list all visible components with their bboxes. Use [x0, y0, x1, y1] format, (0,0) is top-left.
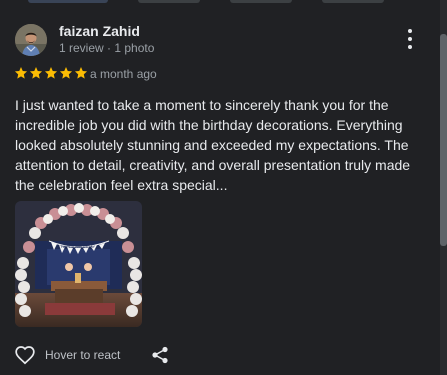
share-icon[interactable] — [151, 346, 169, 364]
avatar[interactable] — [15, 24, 47, 56]
star-icon — [14, 67, 28, 79]
more-vert-icon — [408, 29, 412, 33]
like-button-label: Hover to react — [45, 348, 121, 362]
review-text: I just wanted to take a moment to sincer… — [15, 97, 411, 193]
scrollbar-thumb[interactable] — [440, 34, 447, 246]
more-vert-icon — [408, 45, 412, 49]
more-options-button[interactable] — [398, 29, 422, 49]
review-card: faizan Zahid 1 review · 1 photo a month … — [0, 0, 440, 375]
star-icon — [74, 67, 88, 79]
star-rating — [14, 66, 88, 82]
author-meta: 1 review · 1 photo — [59, 41, 155, 55]
review-actions: Hover to react — [14, 344, 120, 366]
star-icon — [29, 67, 43, 79]
review-time: a month ago — [90, 67, 157, 81]
author-name[interactable]: faizan Zahid — [59, 23, 140, 39]
star-icon — [59, 67, 73, 79]
photo-banner-text: HAPPY BIRTHDAY — [61, 244, 96, 249]
scrollbar-track[interactable] — [440, 0, 447, 375]
star-icon — [44, 67, 58, 79]
like-button[interactable]: Hover to react — [14, 345, 120, 365]
more-vert-icon — [408, 37, 412, 41]
heart-outline-icon — [15, 346, 35, 365]
review-photo[interactable]: HAPPY BIRTHDAY — [15, 201, 142, 327]
